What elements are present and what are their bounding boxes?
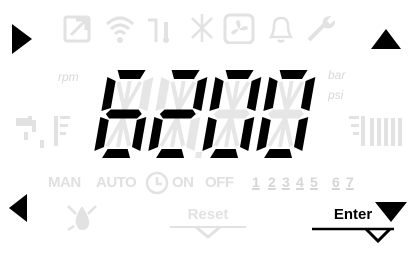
segment-c: [294, 117, 309, 151]
enter-button[interactable]: Enter: [310, 206, 396, 250]
segment-a: [279, 70, 308, 79]
external-link-icon: [63, 15, 91, 43]
unit-bar-label: bar: [328, 68, 346, 82]
tap-icon: [16, 116, 44, 148]
segment-d: [264, 149, 293, 158]
day-1: 1: [252, 174, 260, 190]
flame-thermo-icon: [148, 18, 169, 43]
segment-c: [240, 117, 255, 151]
mode-off: OFF: [205, 174, 234, 191]
wrench-icon: [307, 16, 335, 42]
decimal-point: [195, 152, 203, 158]
mode-auto: AUTO: [96, 174, 137, 191]
segment-f: [101, 77, 116, 111]
segment-digit: [94, 70, 154, 158]
segment-d: [210, 149, 239, 158]
heat-waves-right-icon: [349, 116, 365, 146]
bell-icon: [268, 16, 294, 43]
reset-label: Reset: [187, 206, 229, 223]
main-readout: [94, 70, 316, 158]
antifreeze-icon: [191, 14, 213, 42]
day-2: 2: [268, 174, 276, 190]
unit-rpm-label: rpm: [58, 70, 79, 84]
day-5: 5: [310, 174, 318, 190]
left-arrow-down-button[interactable]: [7, 192, 29, 224]
segment-g: [105, 109, 142, 119]
day-3: 3: [282, 174, 290, 190]
radiator-icon: [370, 118, 402, 146]
segment-d: [102, 149, 131, 158]
segment-digit: [256, 70, 316, 158]
segment-a: [171, 70, 200, 79]
segment-g: [267, 109, 304, 119]
water-fault-icon: [67, 205, 97, 232]
arrow-up-button[interactable]: [369, 27, 403, 51]
clock-icon: [145, 171, 169, 195]
segment-f: [155, 77, 170, 111]
segment-g: [213, 109, 250, 119]
mode-on: ON: [172, 174, 194, 191]
heat-waves-icon: [54, 116, 70, 146]
segment-a: [117, 70, 146, 79]
segment-f: [209, 77, 224, 111]
fan-icon: [223, 13, 255, 44]
unit-psi-label: psi: [328, 88, 344, 102]
segment-g: [159, 109, 196, 119]
reset-button[interactable]: Reset: [168, 206, 248, 246]
segment-digit: [202, 70, 262, 158]
enter-chevron-icon: [312, 227, 394, 244]
segment-c: [132, 117, 147, 151]
segment-c: [186, 117, 201, 151]
reset-chevron-icon: [170, 225, 246, 239]
segment-d: [156, 149, 185, 158]
wifi-icon: [105, 16, 135, 43]
day-7: 7: [346, 174, 354, 190]
day-4: 4: [296, 174, 304, 190]
day-6: 6: [332, 174, 340, 190]
mode-man: MAN: [48, 174, 81, 191]
left-arrow-up-button[interactable]: [10, 22, 34, 56]
segment-a: [225, 70, 254, 79]
segment-f: [263, 77, 278, 111]
segment-digit: [148, 70, 208, 158]
enter-label: Enter: [333, 206, 373, 223]
